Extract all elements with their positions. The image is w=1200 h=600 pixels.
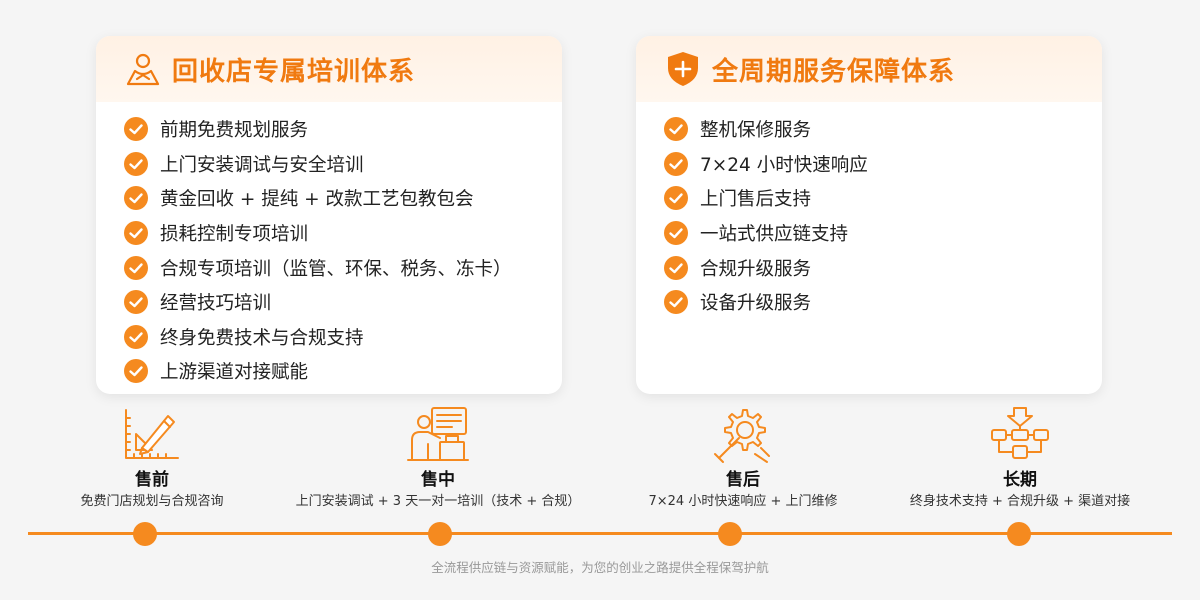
stage-title: 长期 (1003, 470, 1037, 490)
training-icon (407, 407, 469, 461)
stage-desc: 终身技术支持 + 合规升级 + 渠道对接 (909, 494, 1131, 509)
card-header: 回收店专属培训体系 (96, 36, 562, 102)
list-item: 7×24 小时快速响应 (664, 147, 1102, 182)
card-title: 全周期服务保障体系 (712, 56, 956, 87)
list-item: 黄金回收 + 提纯 + 改款工艺包教包会 (124, 181, 562, 216)
check-icon (664, 151, 688, 176)
footer-text: 全流程供应链与资源赋能，为您的创业之路提供全程保驾护航 (431, 560, 769, 575)
check-icon (124, 151, 148, 176)
check-icon (664, 255, 688, 280)
list-item: 合规升级服务 (664, 250, 1102, 285)
timeline-dot (1007, 522, 1031, 546)
service-guarantee-card: 全周期服务保障体系 整机保修服务 7×24 小时快速响应 上门售后支持 一站式供… (636, 36, 1102, 394)
check-icon (124, 117, 148, 142)
item-text: 整机保修服务 (700, 120, 812, 142)
list-item: 合规专项培训（监管、环保、税务、冻卡） (124, 250, 562, 285)
list-item: 上门售后支持 (664, 181, 1102, 216)
item-text: 终身免费技术与合规支持 (160, 327, 364, 349)
check-icon (124, 324, 148, 349)
check-icon (664, 221, 688, 246)
list-item: 上游渠道对接赋能 (124, 354, 562, 389)
item-text: 合规升级服务 (700, 258, 812, 280)
stage-presale: 售前 免费门店规划与合规咨询 (0, 404, 312, 512)
training-system-card: 回收店专属培训体系 前期免费规划服务 上门安装调试与安全培训 黄金回收 + 提纯… (96, 36, 562, 394)
check-icon (124, 186, 148, 211)
list-item: 整机保修服务 (664, 112, 1102, 147)
item-text: 7×24 小时快速响应 (700, 154, 868, 176)
check-icon (124, 221, 148, 246)
check-icon (664, 290, 688, 315)
flow-icon (991, 407, 1049, 459)
stage-title: 售后 (726, 470, 760, 490)
item-text: 前期免费规划服务 (160, 120, 309, 142)
wrench-gear-icon (714, 409, 770, 463)
stage-title: 售中 (421, 470, 455, 490)
timeline-line (28, 532, 1172, 535)
check-icon (664, 117, 688, 142)
timeline-dot (133, 522, 157, 546)
item-text: 设备升级服务 (700, 293, 812, 315)
drafting-icon (125, 409, 179, 459)
list-item: 一站式供应链支持 (664, 216, 1102, 251)
list-item: 经营技巧培训 (124, 285, 562, 320)
item-text: 一站式供应链支持 (700, 224, 849, 246)
item-text: 损耗控制专项培训 (160, 224, 309, 246)
stage-title: 售前 (135, 470, 169, 490)
item-text: 上游渠道对接赋能 (160, 362, 309, 384)
item-text: 合规专项培训（监管、环保、税务、冻卡） (160, 258, 512, 280)
stage-desc: 7×24 小时快速响应 + 上门维修 (648, 494, 838, 509)
item-text: 黄金回收 + 提纯 + 改款工艺包教包会 (160, 189, 474, 211)
stage-aftersale: 售后 7×24 小时快速响应 + 上门维修 (583, 404, 903, 512)
card-header: 全周期服务保障体系 (636, 36, 1102, 102)
item-text: 上门安装调试与安全培训 (160, 154, 364, 176)
person-icon (124, 50, 162, 88)
item-text: 上门售后支持 (700, 189, 812, 211)
service-list: 整机保修服务 7×24 小时快速响应 上门售后支持 一站式供应链支持 合规升级服… (636, 102, 1102, 320)
check-icon (124, 290, 148, 315)
list-item: 上门安装调试与安全培训 (124, 147, 562, 182)
check-icon (124, 359, 148, 384)
card-title: 回收店专属培训体系 (172, 56, 416, 87)
training-list: 前期免费规划服务 上门安装调试与安全培训 黄金回收 + 提纯 + 改款工艺包教包… (96, 102, 562, 389)
timeline-dot (428, 522, 452, 546)
stage-insale: 售中 上门安装调试 + 3 天一对一培训（技术 + 合规） (278, 404, 598, 512)
timeline-dot (718, 522, 742, 546)
stage-desc: 免费门店规划与合规咨询 (80, 494, 224, 509)
list-item: 设备升级服务 (664, 285, 1102, 320)
page: 回收店专属培训体系 前期免费规划服务 上门安装调试与安全培训 黄金回收 + 提纯… (0, 0, 1200, 600)
list-item: 损耗控制专项培训 (124, 216, 562, 251)
list-item: 终身免费技术与合规支持 (124, 320, 562, 355)
stage-desc: 上门安装调试 + 3 天一对一培训（技术 + 合规） (295, 494, 581, 509)
stage-longterm: 长期 终身技术支持 + 合规升级 + 渠道对接 (860, 404, 1180, 512)
item-text: 经营技巧培训 (160, 293, 272, 315)
shield-plus-icon (664, 50, 702, 88)
list-item: 前期免费规划服务 (124, 112, 562, 147)
check-icon (664, 186, 688, 211)
check-icon (124, 255, 148, 280)
